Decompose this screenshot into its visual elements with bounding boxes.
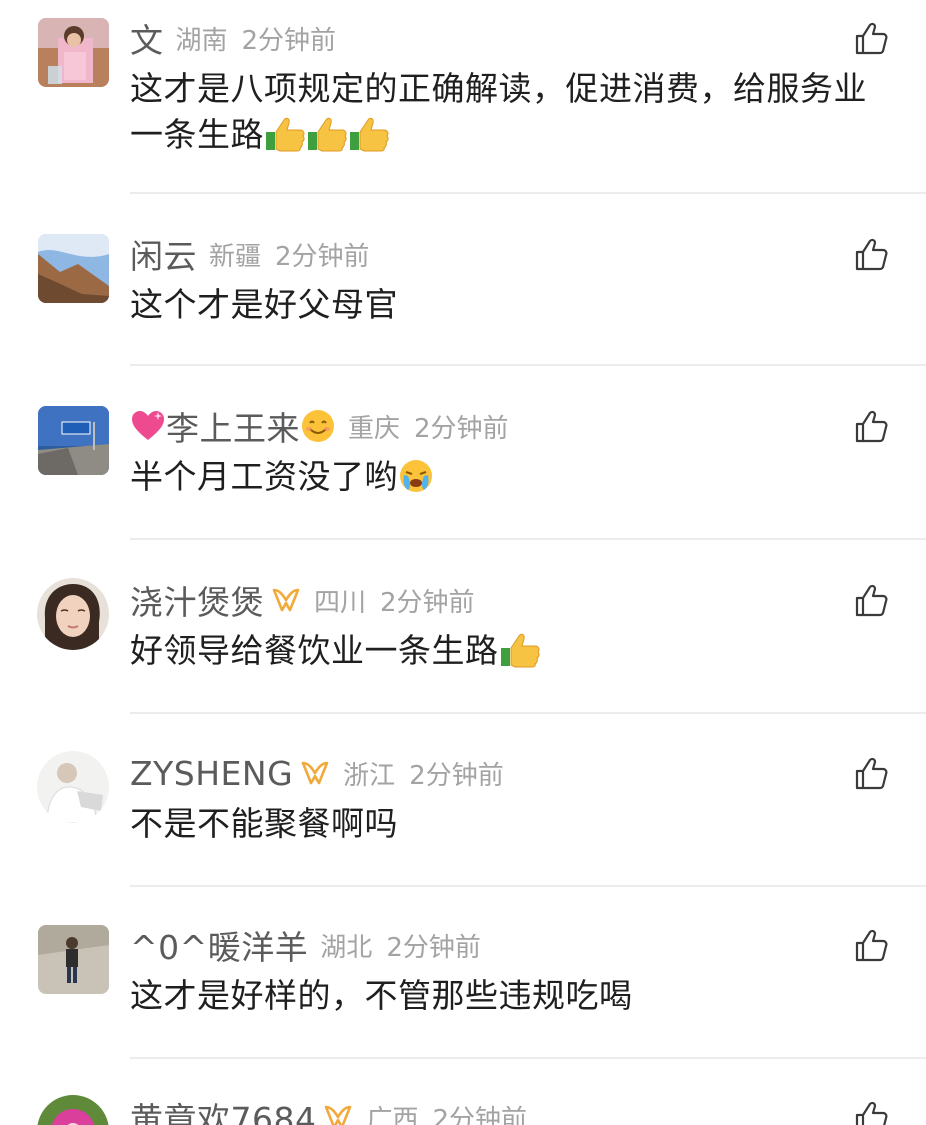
- like-button[interactable]: [854, 22, 888, 56]
- comment-body: 半个月工资没了哟: [130, 457, 398, 496]
- comment-body: 好领导给餐饮业一条生路: [130, 631, 499, 670]
- avatar[interactable]: [37, 751, 109, 823]
- timestamp: 2分钟前: [275, 241, 370, 272]
- sparkling-heart-emoji: [130, 408, 166, 444]
- comment-text: 不是不能聚餐啊吗: [130, 801, 900, 847]
- divider: [130, 538, 926, 540]
- avatar[interactable]: [38, 925, 109, 994]
- avatar-girl-photo: [38, 18, 109, 87]
- smiling-face-emoji: [300, 408, 336, 444]
- thumbs-up-outline-icon: [855, 584, 888, 617]
- location: 重庆: [348, 413, 401, 444]
- location: 广西: [366, 1104, 419, 1125]
- like-button[interactable]: [854, 929, 888, 963]
- crying-face-emoji: [398, 458, 434, 494]
- avatar[interactable]: [37, 578, 109, 650]
- comment-meta: 黄章欢7684 广西 2分钟前: [130, 1097, 527, 1125]
- comment-item: 闲云 新疆 2分钟前 这个才是好父母官: [0, 216, 926, 366]
- comment-meta: 李上王来 重庆 2分钟前: [130, 406, 509, 448]
- username[interactable]: 文: [130, 14, 164, 62]
- vip-badge-icon: [322, 1104, 354, 1125]
- timestamp: 2分钟前: [386, 932, 481, 963]
- avatar-mountain-photo: [38, 234, 109, 303]
- thumbs-up-outline-icon: [855, 757, 888, 790]
- timestamp: 2分钟前: [409, 760, 504, 791]
- username[interactable]: 李上王来: [166, 402, 300, 450]
- avatar[interactable]: [37, 1095, 109, 1125]
- avatar-person-photo: [37, 751, 109, 823]
- location: 湖北: [320, 932, 373, 963]
- comment-body: 这才是好样的，不管那些违规吃喝: [130, 976, 633, 1015]
- comment-meta: 浇汁煲煲 四川 2分钟前: [130, 580, 475, 622]
- divider: [130, 364, 926, 366]
- comment-body: 这才是八项规定的正确解读，促进消费，给服务业一条生路: [130, 69, 867, 154]
- thumbs-up-emoji: [266, 116, 306, 152]
- comment-item: ZYSHENG 浙江 2分钟前 不是不能聚餐啊吗: [0, 735, 926, 887]
- avatar-flower-photo: [37, 1095, 109, 1125]
- timestamp: 2分钟前: [432, 1104, 528, 1125]
- comment-item: 李上王来 重庆 2分钟前 半个月工资没了哟: [0, 388, 926, 540]
- comment-body: 这个才是好父母官: [130, 285, 398, 324]
- divider: [130, 885, 926, 887]
- thumbs-up-emoji: [308, 116, 348, 152]
- avatar[interactable]: [38, 234, 109, 303]
- timestamp: 2分钟前: [241, 25, 337, 56]
- divider: [130, 1057, 926, 1059]
- comment-text: 好领导给餐饮业一条生路: [130, 628, 900, 674]
- location: 新疆: [209, 241, 262, 272]
- divider: [130, 192, 926, 194]
- comment-body: 不是不能聚餐啊吗: [130, 804, 398, 843]
- comment-item: 浇汁煲煲 四川 2分钟前 好领导给餐饮业一条生路: [0, 562, 926, 714]
- avatar[interactable]: [38, 406, 109, 475]
- comment-meta: ZYSHENG 浙江 2分钟前: [130, 753, 504, 793]
- comment-text: 这个才是好父母官: [130, 282, 900, 328]
- comment-item: ^0^暖洋羊 湖北 2分钟前 这才是好样的，不管那些违规吃喝: [0, 907, 926, 1059]
- like-button[interactable]: [854, 757, 888, 791]
- comment-meta: 闲云 新疆 2分钟前: [130, 234, 370, 276]
- avatar-road-sign-photo: [38, 406, 109, 475]
- thumbs-up-outline-icon: [855, 410, 888, 443]
- username[interactable]: 黄章欢7684: [130, 1093, 316, 1125]
- location: 湖南: [175, 25, 228, 56]
- like-button[interactable]: [854, 584, 888, 618]
- comment-item: 文 湖南 2分钟前 这才是八项规定的正确解读，促进消费，给服务业一条生路: [0, 0, 926, 194]
- vip-badge-icon: [299, 760, 331, 786]
- divider: [130, 712, 926, 714]
- username[interactable]: ^0^暖洋羊: [130, 921, 308, 969]
- comment-meta: ^0^暖洋羊 湖北 2分钟前: [130, 925, 481, 967]
- username[interactable]: 浇汁煲煲: [130, 576, 264, 624]
- location: 浙江: [343, 760, 396, 791]
- location: 四川: [314, 587, 367, 618]
- thumbs-up-emoji: [350, 116, 390, 152]
- thumbs-up-emoji: [500, 632, 541, 668]
- thumbs-up-outline-icon: [855, 22, 888, 55]
- username[interactable]: 闲云: [130, 230, 197, 278]
- avatar-child-photo: [38, 925, 109, 994]
- thumbs-up-outline-icon: [855, 1101, 888, 1125]
- avatar-woman-photo: [37, 578, 109, 650]
- thumbs-up-outline-icon: [855, 929, 888, 962]
- comment-text: 这才是好样的，不管那些违规吃喝: [130, 973, 900, 1019]
- comment-meta: 文 湖南 2分钟前: [130, 18, 337, 60]
- timestamp: 2分钟前: [414, 413, 509, 444]
- username[interactable]: ZYSHENG: [130, 754, 293, 793]
- timestamp: 2分钟前: [380, 587, 475, 618]
- thumbs-up-outline-icon: [855, 238, 888, 271]
- comment-text: 这才是八项规定的正确解读，促进消费，给服务业一条生路: [130, 66, 900, 158]
- comment-item: 黄章欢7684 广西 2分钟前: [0, 1079, 926, 1125]
- comment-text: 半个月工资没了哟: [130, 454, 900, 500]
- like-button[interactable]: [854, 410, 888, 444]
- avatar[interactable]: [38, 18, 109, 87]
- like-button[interactable]: [854, 1101, 888, 1125]
- like-button[interactable]: [854, 238, 888, 272]
- vip-badge-icon: [270, 587, 302, 613]
